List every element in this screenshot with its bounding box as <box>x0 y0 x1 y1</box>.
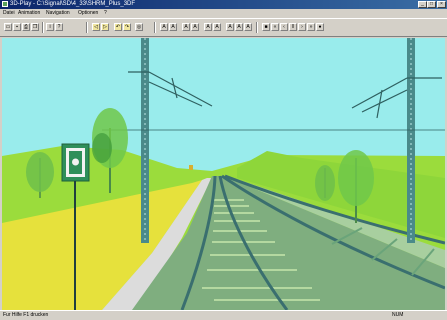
close-button[interactable]: × <box>437 1 446 8</box>
toolbar-separator <box>154 22 156 33</box>
app-icon <box>2 1 8 7</box>
title-bar[interactable]: 3D-Play - C:\Signal\SD\4_33\SHRM_Plus_3D… <box>0 0 447 9</box>
scene-render <box>2 38 445 310</box>
maximize-button[interactable]: □ <box>427 1 436 8</box>
print-icon[interactable]: ⎙ <box>22 23 30 31</box>
fast-forward-icon[interactable]: » <box>307 23 315 31</box>
text-tool-button[interactable]: A <box>169 23 177 31</box>
tree-right-small <box>315 165 335 201</box>
turn-left-icon[interactable]: ↶ <box>114 23 122 31</box>
signal-lamp <box>72 158 79 166</box>
minimize-button[interactable]: _ <box>418 1 427 8</box>
menu-bar: Datei Animation Navigation Optionen ? <box>0 9 447 18</box>
menu-animation[interactable]: Animation <box>18 9 40 18</box>
menu-help[interactable]: ? <box>104 9 107 18</box>
3d-viewport[interactable] <box>2 38 445 310</box>
open-icon[interactable]: ▭ <box>4 23 12 31</box>
text-tool-button[interactable]: A <box>244 23 252 31</box>
text-tool-button[interactable]: A <box>204 23 212 31</box>
toolbar-separator <box>86 22 88 33</box>
info-icon[interactable]: i <box>46 23 54 31</box>
status-help-text: Fur Hilfe F1 drucken <box>3 312 49 318</box>
menu-navigation[interactable]: Navigation <box>46 9 70 18</box>
stop-icon[interactable]: ■ <box>262 23 270 31</box>
forward-icon[interactable]: › <box>298 23 306 31</box>
toolbar-separator <box>42 22 44 33</box>
walk-forward-icon[interactable]: ▷ <box>101 23 109 31</box>
text-tool-button[interactable]: A <box>191 23 199 31</box>
toolbar: ▭ ▪ ⎙ ❐ i ? ◁ ▷ ↶ ↷ ◎ A A A A A A A A A … <box>0 18 447 37</box>
application-window: 3D-Play - C:\Signal\SD\4_33\SHRM_Plus_3D… <box>0 0 447 320</box>
text-tool-button[interactable]: A <box>160 23 168 31</box>
help-icon[interactable]: ? <box>55 23 63 31</box>
rewind-icon[interactable]: « <box>271 23 279 31</box>
status-num: NUM <box>392 312 404 318</box>
record-icon[interactable]: ● <box>316 23 324 31</box>
text-tool-button[interactable]: A <box>213 23 221 31</box>
view-icon[interactable]: ◎ <box>135 23 143 31</box>
walk-back-icon[interactable]: ◁ <box>92 23 100 31</box>
text-tool-button[interactable]: A <box>235 23 243 31</box>
menu-datei[interactable]: Datei <box>3 9 15 18</box>
toolbar-separator <box>256 22 258 33</box>
text-tool-button[interactable]: A <box>182 23 190 31</box>
save-icon[interactable]: ▪ <box>13 23 21 31</box>
menu-optionen[interactable]: Optionen <box>78 9 98 18</box>
distant-signal <box>189 165 193 170</box>
copy-icon[interactable]: ❐ <box>31 23 39 31</box>
pause-icon[interactable]: ǁ <box>289 23 297 31</box>
back-icon[interactable]: ‹ <box>280 23 288 31</box>
turn-right-icon[interactable]: ↷ <box>123 23 131 31</box>
window-title: 3D-Play - C:\Signal\SD\4_33\SHRM_Plus_3D… <box>10 1 136 7</box>
text-tool-button[interactable]: A <box>226 23 234 31</box>
